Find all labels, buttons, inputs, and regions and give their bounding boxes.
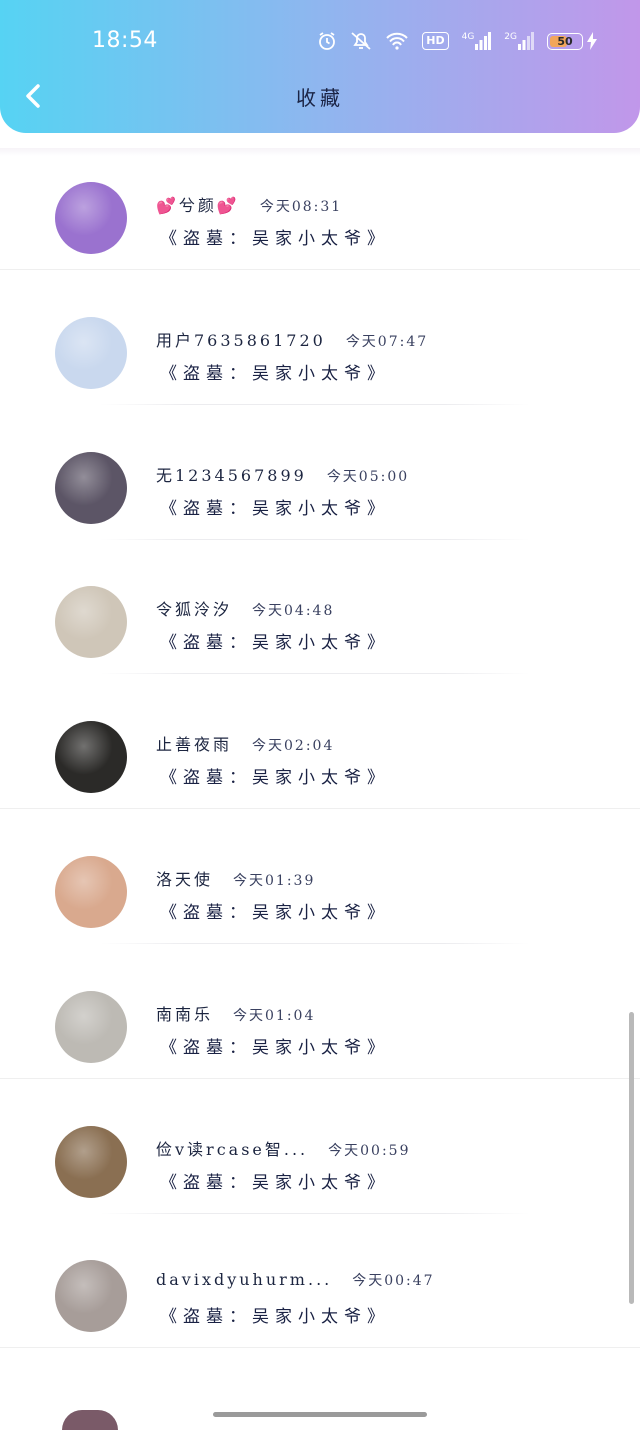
row-divider <box>0 808 640 809</box>
item-header: 无1234567899 今天05:00 <box>156 462 409 486</box>
item-header: 令狐泠汐 今天04:48 <box>156 596 334 620</box>
avatar[interactable] <box>55 856 127 928</box>
book-title: 《盗墓：吴家小太爷》 <box>160 768 390 788</box>
list-item[interactable]: 俭v读rcase智... 今天00:59 《盗墓：吴家小太爷》 <box>0 1080 640 1214</box>
hd-badge: HD <box>422 32 449 50</box>
row-divider <box>100 404 530 405</box>
avatar[interactable] <box>55 721 127 793</box>
avatar[interactable] <box>55 182 127 254</box>
user-name: davixdyuhurm... <box>156 1270 333 1289</box>
row-divider <box>0 269 640 270</box>
mute-bell-icon <box>350 31 372 51</box>
list-item[interactable]: 止善夜雨 今天02:04 《盗墓：吴家小太爷》 <box>0 675 640 809</box>
list-item[interactable]: 南南乐 今天01:04 《盗墓：吴家小太爷》 <box>0 945 640 1079</box>
avatar[interactable] <box>55 1260 127 1332</box>
timestamp: 今天05:00 <box>326 469 410 485</box>
status-time: 18:54 <box>92 28 158 53</box>
user-name: 止善夜雨 <box>156 735 233 754</box>
status-icons: HD 4G 2G 50 <box>317 28 598 54</box>
avatar[interactable] <box>55 586 127 658</box>
charging-icon <box>586 32 598 50</box>
signal-2g-icon: 2G <box>504 32 534 50</box>
timestamp: 今天02:04 <box>252 738 335 754</box>
list-item[interactable]: 洛天使 今天01:39 《盗墓：吴家小太爷》 <box>0 810 640 944</box>
user-name: 用户7635861720 <box>156 331 326 350</box>
timestamp: 今天01:04 <box>233 1008 316 1024</box>
row-divider <box>0 1347 640 1348</box>
row-divider <box>100 943 530 944</box>
item-header: 用户7635861720 今天07:47 <box>156 327 428 351</box>
timestamp: 今天08:31 <box>259 199 343 215</box>
avatar[interactable] <box>55 452 127 524</box>
list-item[interactable]: 令狐泠汐 今天04:48 《盗墓：吴家小太爷》 <box>0 540 640 674</box>
row-divider <box>100 673 530 674</box>
signal-4g-icon: 4G <box>462 32 492 50</box>
avatar-partial <box>62 1410 118 1430</box>
timestamp: 今天07:47 <box>345 334 429 350</box>
user-name: 无1234567899 <box>156 466 307 485</box>
book-title: 《盗墓：吴家小太爷》 <box>160 499 390 519</box>
home-indicator[interactable] <box>213 1412 427 1417</box>
timestamp: 今天01:39 <box>233 873 316 889</box>
list-item[interactable]: 用户7635861720 今天07:47 《盗墓：吴家小太爷》 <box>0 271 640 405</box>
item-header: 洛天使 今天01:39 <box>156 866 315 890</box>
timestamp: 今天00:59 <box>328 1143 411 1159</box>
book-title: 《盗墓：吴家小太爷》 <box>160 1307 390 1327</box>
list-item[interactable]: davixdyuhurm... 今天00:47 《盗墓：吴家小太爷》 <box>0 1214 640 1348</box>
user-name: 令狐泠汐 <box>156 600 233 619</box>
avatar[interactable] <box>55 1126 127 1198</box>
list-item[interactable]: 无1234567899 今天05:00 《盗墓：吴家小太爷》 <box>0 406 640 540</box>
item-header: 南南乐 今天01:04 <box>156 1001 315 1025</box>
timestamp: 今天00:47 <box>352 1273 435 1289</box>
book-title: 《盗墓：吴家小太爷》 <box>160 229 390 249</box>
scrollbar[interactable] <box>629 1012 634 1304</box>
item-header: 俭v读rcase智... 今天00:59 <box>156 1136 411 1160</box>
item-header: 止善夜雨 今天02:04 <box>156 731 334 755</box>
page-title: 收藏 <box>296 86 344 110</box>
battery-icon: 50 <box>547 32 583 50</box>
wifi-icon <box>385 31 409 51</box>
user-name: 💕兮颜💕 <box>156 196 240 215</box>
book-title: 《盗墓：吴家小太爷》 <box>160 903 390 923</box>
top-header: 18:54 HD 4G 2G 50 收藏 <box>0 0 640 133</box>
alarm-icon <box>317 31 337 51</box>
row-divider <box>0 1078 640 1079</box>
item-header: 💕兮颜💕 今天08:31 <box>156 192 342 216</box>
book-title: 《盗墓：吴家小太爷》 <box>160 1038 390 1058</box>
list-item[interactable]: 💕兮颜💕 今天08:31 《盗墓：吴家小太爷》 <box>0 136 640 270</box>
user-name: 洛天使 <box>156 870 214 889</box>
book-title: 《盗墓：吴家小太爷》 <box>160 1173 390 1193</box>
avatar[interactable] <box>55 991 127 1063</box>
avatar[interactable] <box>55 317 127 389</box>
user-name: 俭v读rcase智... <box>156 1140 309 1159</box>
book-title: 《盗墓：吴家小太爷》 <box>160 633 390 653</box>
book-title: 《盗墓：吴家小太爷》 <box>160 364 390 384</box>
item-header: davixdyuhurm... 今天00:47 <box>156 1270 435 1290</box>
user-name: 南南乐 <box>156 1005 214 1024</box>
timestamp: 今天04:48 <box>252 603 335 619</box>
